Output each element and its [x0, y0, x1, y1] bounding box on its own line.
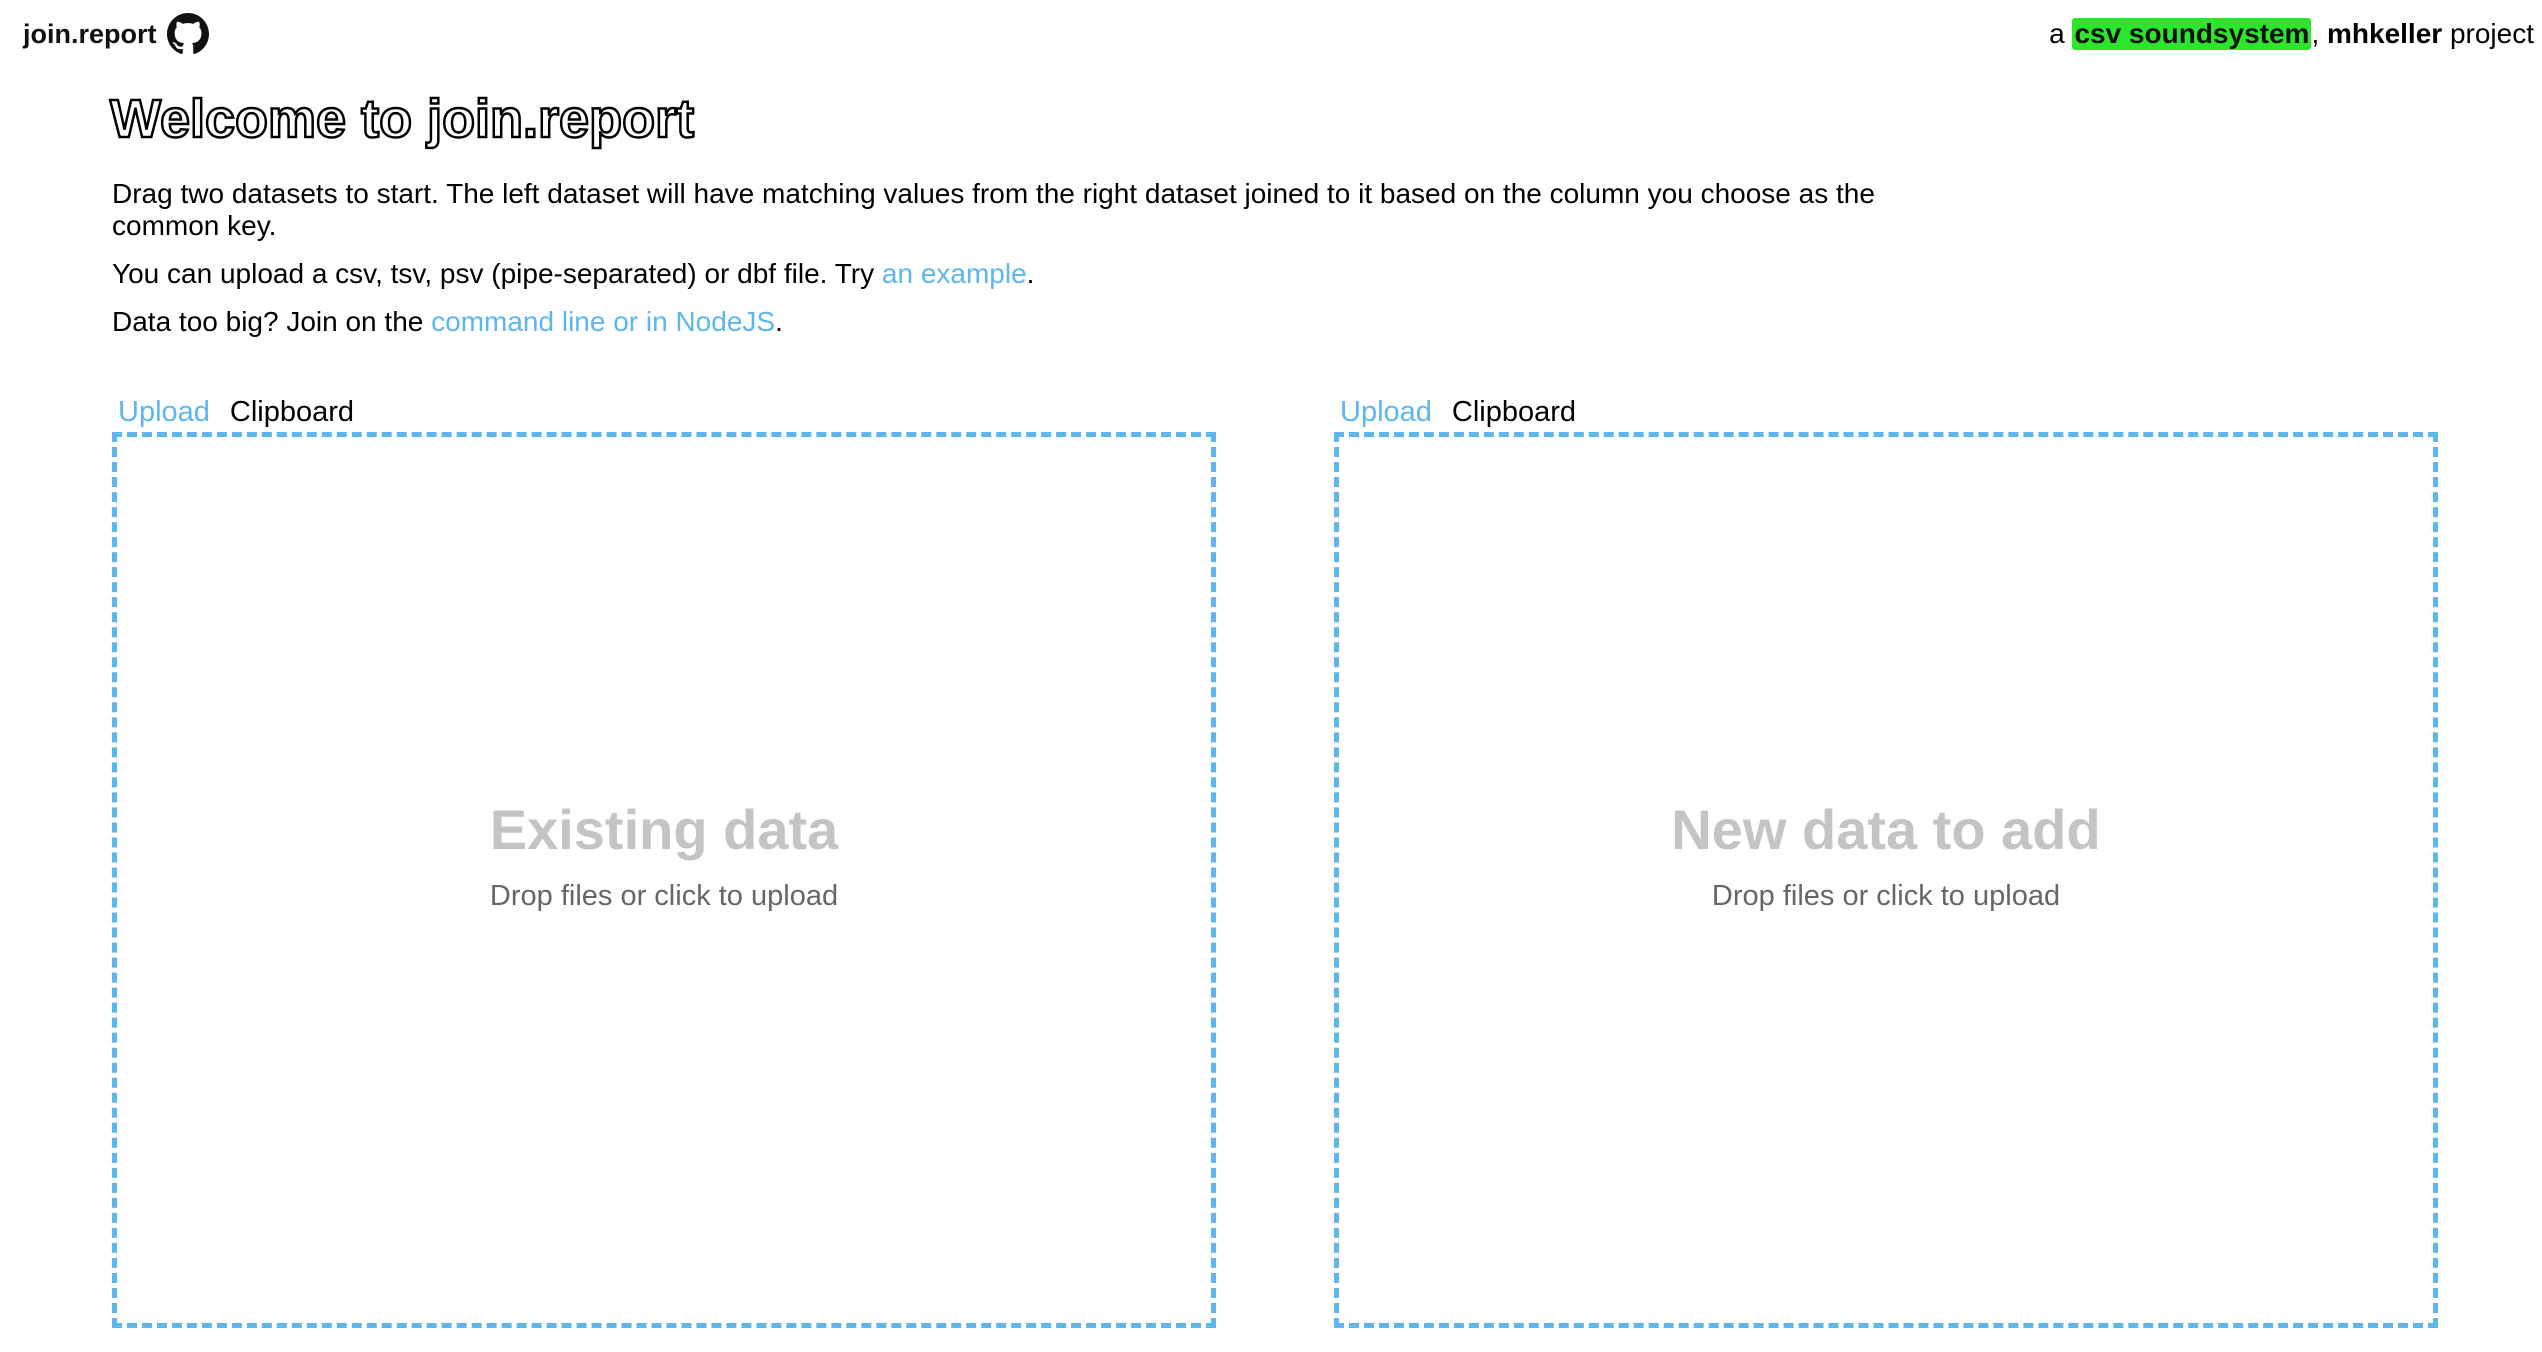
left-dropzone-title: Existing data [489, 798, 839, 861]
right-dropzone[interactable]: New data to add Drop files or click to u… [1334, 432, 2438, 1328]
left-tab-upload[interactable]: Upload [118, 396, 210, 429]
credit-separator: , [2311, 18, 2320, 49]
csv-soundsystem-link[interactable]: csv soundsystem [2072, 18, 2312, 50]
credit-line: a csv soundsystem, mhkeller project [2049, 8, 2534, 60]
right-tab-upload[interactable]: Upload [1340, 396, 1432, 429]
intro-text: Drag two datasets to start. The left dat… [112, 178, 1932, 354]
left-source-tabs: Upload Clipboard [112, 392, 1216, 432]
left-tab-clipboard[interactable]: Clipboard [230, 396, 354, 429]
example-link[interactable]: an example [882, 258, 1027, 289]
author-link[interactable]: mhkeller [2327, 18, 2442, 50]
right-dataset-panel: Upload Clipboard New data to add Drop fi… [1334, 392, 2438, 1328]
page-title: Welcome to join.report [109, 88, 696, 151]
brand-name[interactable]: join.report [23, 19, 157, 50]
right-source-tabs: Upload Clipboard [1334, 392, 2438, 432]
left-dropzone[interactable]: Existing data Drop files or click to upl… [112, 432, 1216, 1328]
intro-paragraph-3: Data too big? Join on the command line o… [112, 306, 1932, 338]
left-dataset-panel: Upload Clipboard Existing data Drop file… [112, 392, 1216, 1328]
credit-suffix: project [2449, 18, 2534, 49]
left-dropzone-subtitle: Drop files or click to upload [489, 880, 839, 912]
right-tab-clipboard[interactable]: Clipboard [1452, 396, 1576, 429]
github-icon[interactable] [166, 13, 209, 55]
right-dropzone-title: New data to add [1671, 798, 2101, 861]
intro-p3-text: Data too big? Join on the [112, 306, 432, 337]
brand: join.report [23, 8, 209, 60]
credit-prefix: a [2049, 18, 2065, 49]
right-dropzone-subtitle: Drop files or click to upload [1711, 880, 2061, 912]
intro-paragraph-2: You can upload a csv, tsv, psv (pipe-sep… [112, 258, 1932, 290]
intro-p2-end: . [1026, 258, 1035, 289]
intro-p3-end: . [775, 306, 783, 337]
command-line-link[interactable]: command line or in NodeJS [431, 306, 775, 337]
intro-paragraph-1: Drag two datasets to start. The left dat… [112, 178, 1875, 241]
intro-p2-text: You can upload a csv, tsv, psv (pipe-sep… [112, 258, 882, 289]
